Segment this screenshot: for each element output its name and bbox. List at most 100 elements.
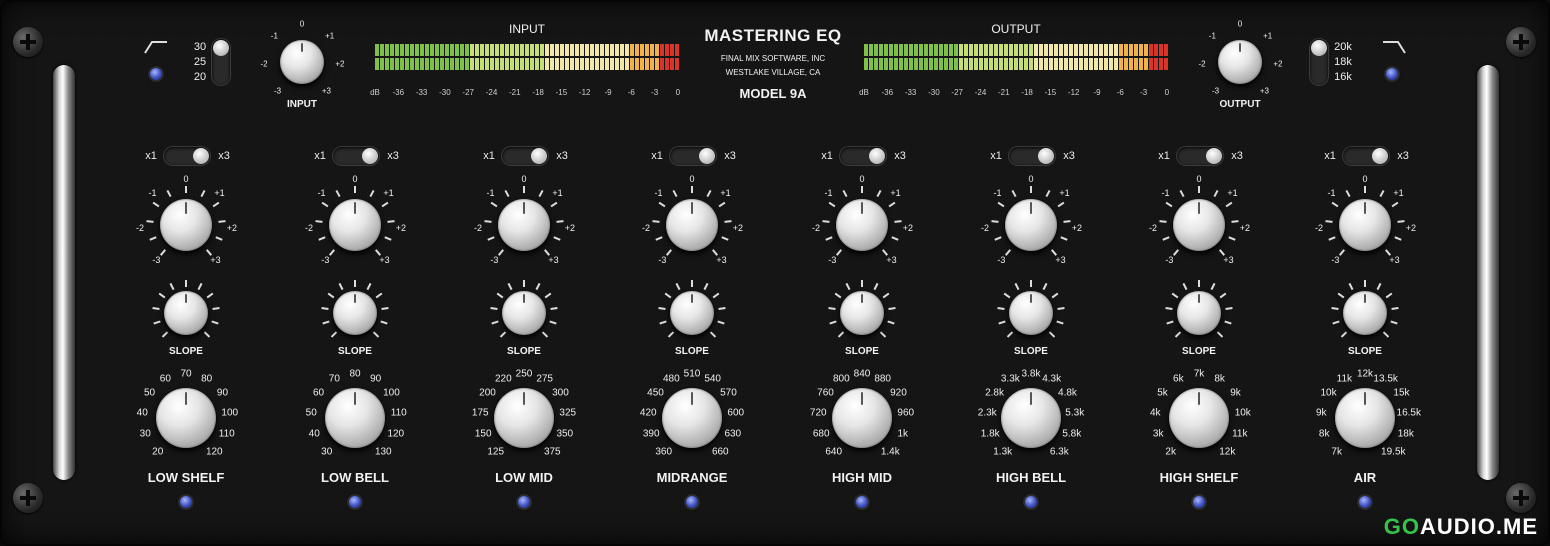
output-gain-knob[interactable] <box>1218 40 1262 84</box>
frequency-knob[interactable] <box>662 388 722 448</box>
knob-tick <box>1174 331 1181 338</box>
band-bypass-led[interactable] <box>1025 496 1037 508</box>
slope-knob[interactable] <box>164 291 208 335</box>
meter-segment <box>560 58 564 70</box>
high-pass-frequency-switch[interactable] <box>212 39 230 85</box>
range-toggle[interactable] <box>502 147 548 165</box>
knob-tick <box>718 202 726 208</box>
range-toggle[interactable] <box>333 147 379 165</box>
slope-knob[interactable] <box>1343 291 1387 335</box>
frequency-knob[interactable] <box>156 388 216 448</box>
knob-tick <box>1198 279 1200 287</box>
meter-segment <box>385 58 389 70</box>
slope-knob[interactable] <box>1177 291 1221 335</box>
meter-segment <box>585 58 589 70</box>
scale-label: 800 <box>832 373 850 385</box>
band-bypass-led[interactable] <box>180 496 192 508</box>
range-toggle[interactable] <box>1009 147 1055 165</box>
meter-segment <box>939 44 943 56</box>
gain-knob[interactable] <box>1173 199 1225 251</box>
scale-label: -3 <box>658 255 667 266</box>
gain-knob[interactable] <box>836 199 888 251</box>
high-pass-led[interactable] <box>150 68 162 80</box>
meter-segment <box>575 44 579 56</box>
meter-segment <box>1124 44 1128 56</box>
slope-label: SLOPE <box>1014 346 1048 357</box>
slope-knob[interactable] <box>1009 291 1053 335</box>
meter-segment <box>455 58 459 70</box>
knob-tick <box>550 202 558 208</box>
meter-segment <box>1084 58 1088 70</box>
slope-knob[interactable] <box>502 291 546 335</box>
meter-segment <box>535 44 539 56</box>
scale-label: 920 <box>890 387 907 399</box>
knob-tick <box>822 219 830 223</box>
meter-segment <box>505 58 509 70</box>
range-toggle[interactable] <box>1343 147 1389 165</box>
gain-knob[interactable] <box>1339 199 1391 251</box>
knob-tick <box>861 279 863 287</box>
frequency-knob[interactable] <box>1335 388 1395 448</box>
meter-segment <box>410 58 414 70</box>
meter-segment <box>1149 58 1153 70</box>
meter-segment <box>550 44 554 56</box>
band-bypass-led[interactable] <box>518 496 530 508</box>
scale-label: 450 <box>647 387 664 399</box>
knob-tick <box>706 189 712 197</box>
band-bypass-led[interactable] <box>856 496 868 508</box>
frequency-knob[interactable] <box>1169 388 1229 448</box>
knob-tick <box>1060 236 1068 241</box>
slope-knob[interactable] <box>840 291 884 335</box>
range-toggle[interactable] <box>670 147 716 165</box>
meter-scale-label: -30 <box>439 88 451 97</box>
scale-label: -1 <box>654 188 663 199</box>
meter-segment <box>889 58 893 70</box>
range-label-x3: x3 <box>556 150 568 162</box>
scale-label: 8k <box>1214 373 1225 385</box>
scale-label: 640 <box>825 446 843 458</box>
meter-segment <box>425 44 429 56</box>
scale-label: 80 <box>349 368 361 380</box>
meter-segment <box>979 58 983 70</box>
meter-segment <box>490 58 494 70</box>
scale-label: -3 <box>997 255 1006 266</box>
eq-panel: 30 25 20 20k 18k 16k MASTERING EQ FINAL … <box>0 0 1550 546</box>
range-toggle[interactable] <box>1177 147 1223 165</box>
slope-knob[interactable] <box>670 291 714 335</box>
knob-tick <box>1051 292 1059 299</box>
gain-knob[interactable] <box>160 199 212 251</box>
knob-tick <box>1014 282 1020 290</box>
gain-knob[interactable] <box>1005 199 1057 251</box>
band-bypass-led[interactable] <box>1193 496 1205 508</box>
meter-segment <box>1079 58 1083 70</box>
knob-tick <box>998 320 1007 325</box>
scale-label: 130 <box>374 446 392 458</box>
range-toggle[interactable] <box>840 147 886 165</box>
frequency-knob[interactable] <box>325 388 385 448</box>
knob-tick <box>387 219 395 223</box>
low-pass-frequency-switch[interactable] <box>1310 39 1328 85</box>
input-gain-knob[interactable] <box>280 40 324 84</box>
meter-segment <box>675 44 679 56</box>
gain-knob[interactable] <box>666 199 718 251</box>
scale-label: -1 <box>1161 188 1170 199</box>
low-pass-led[interactable] <box>1386 68 1398 80</box>
meter-segment <box>919 44 923 56</box>
scale-label: -3 <box>1212 86 1220 96</box>
knob-tick <box>375 292 383 299</box>
frequency-knob[interactable] <box>1001 388 1061 448</box>
frequency-knob[interactable] <box>832 388 892 448</box>
gain-knob[interactable] <box>498 199 550 251</box>
band-bypass-led[interactable] <box>349 496 361 508</box>
meter-segment <box>1139 58 1143 70</box>
band-bypass-led[interactable] <box>686 496 698 508</box>
knob-tick <box>159 249 166 256</box>
slope-knob[interactable] <box>333 291 377 335</box>
page-title: MASTERING EQ <box>704 26 842 45</box>
range-toggle[interactable] <box>164 147 210 165</box>
knob-tick <box>1340 331 1347 338</box>
gain-knob[interactable] <box>329 199 381 251</box>
meter-segment <box>1014 58 1018 70</box>
band-bypass-led[interactable] <box>1359 496 1371 508</box>
frequency-knob[interactable] <box>494 388 554 448</box>
